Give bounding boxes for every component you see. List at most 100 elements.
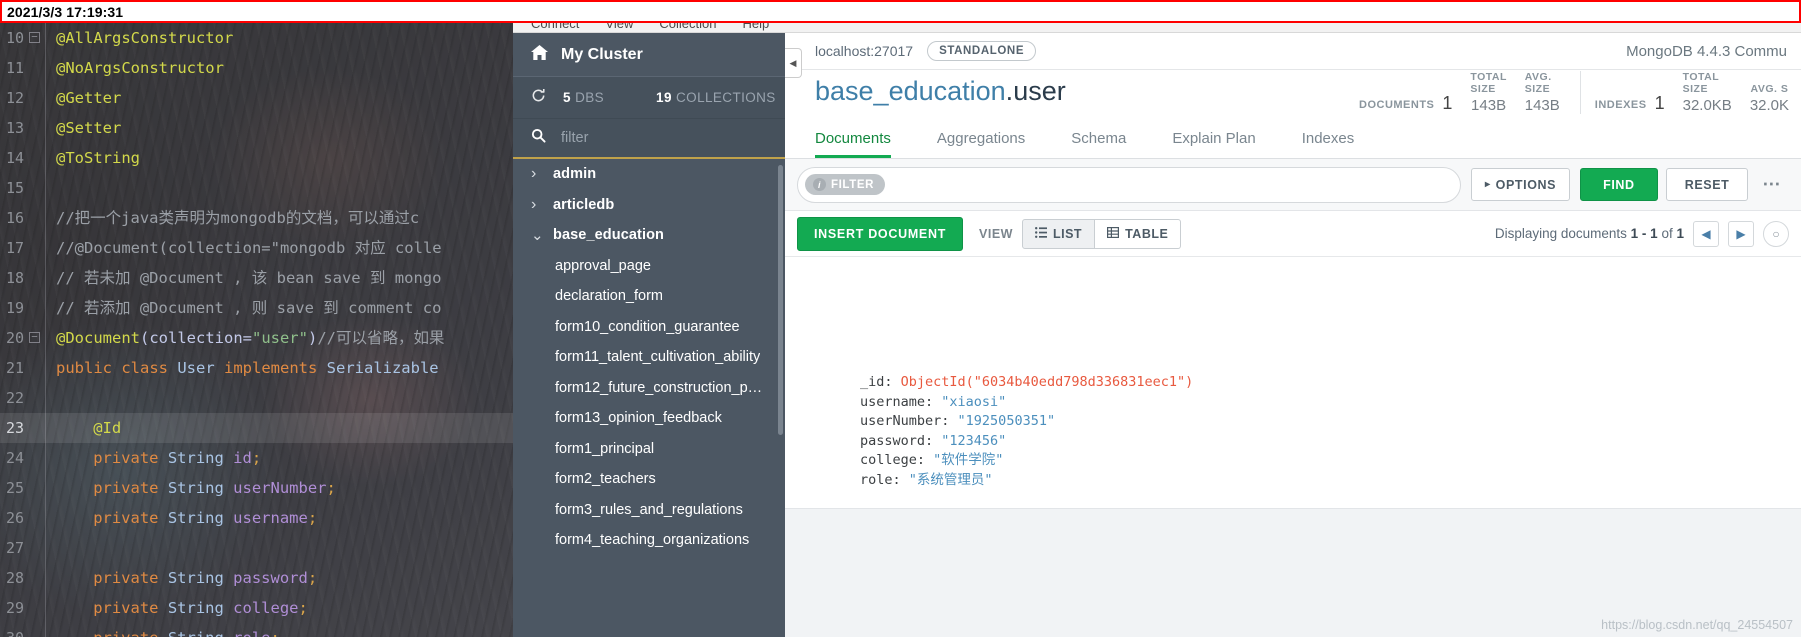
- sidebar-filter-row[interactable]: [513, 119, 785, 159]
- document-field-key: userNumber:: [860, 413, 958, 429]
- tab-schema[interactable]: Schema: [1071, 130, 1126, 158]
- code-line[interactable]: 21 public class User implements Serializa…: [0, 353, 513, 383]
- pagination: Displaying documents 1 - 1 of 1 ◀ ▶ ○: [1495, 220, 1789, 247]
- tab-aggregations[interactable]: Aggregations: [937, 130, 1025, 158]
- collection-item[interactable]: form13_opinion_feedback: [513, 403, 785, 434]
- options-button[interactable]: ▸ OPTIONS: [1471, 168, 1571, 201]
- document-field-value: ObjectId("6034b40edd798d336831eec1"): [900, 374, 1194, 390]
- code-line[interactable]: 24 private String id;: [0, 443, 513, 473]
- code-line[interactable]: 20– @Document(collection="user")//可以省略，如果: [0, 323, 513, 353]
- filter-input-wrapper[interactable]: i FILTER: [797, 166, 1462, 203]
- document-field-key: role:: [860, 471, 909, 488]
- collection-item[interactable]: form12_future_construction_p…: [513, 373, 785, 404]
- code-text: private String password;: [93, 563, 317, 593]
- chevron-right-icon[interactable]: ›: [531, 165, 553, 183]
- code-line[interactable]: 28 private String password;: [0, 563, 513, 593]
- code-line[interactable]: 26 private String username;: [0, 503, 513, 533]
- list-view-button[interactable]: LIST: [1021, 218, 1096, 249]
- code-line[interactable]: 14 @ToString: [0, 143, 513, 173]
- idx-total-size-label: TOTAL SIZE: [1682, 71, 1719, 95]
- code-line[interactable]: 13 @Setter: [0, 113, 513, 143]
- document-field[interactable]: password: "123456": [785, 432, 1801, 452]
- chevron-down-icon[interactable]: ⌄: [531, 226, 553, 244]
- indexes-value: 1: [1654, 93, 1665, 113]
- code-token: private: [93, 569, 168, 587]
- code-lines-container[interactable]: 10– @AllArgsConstructor 11 @NoArgsConstruct…: [0, 23, 513, 637]
- refresh-icon[interactable]: [531, 88, 553, 107]
- collection-item[interactable]: form4_teaching_organizations: [513, 525, 785, 556]
- filter-pill[interactable]: i FILTER: [805, 174, 885, 195]
- document-field[interactable]: role: "系统管理员": [785, 471, 1801, 491]
- code-line[interactable]: 23 @Id: [0, 413, 513, 443]
- table-view-button[interactable]: TABLE: [1095, 218, 1182, 249]
- code-text: @ToString: [56, 143, 140, 173]
- collection-item[interactable]: form10_condition_guarantee: [513, 312, 785, 343]
- code-line[interactable]: 18 // 若未加 @Document , 该 bean save 到 mongo: [0, 263, 513, 293]
- export-button[interactable]: ○: [1763, 220, 1789, 247]
- document-field-value: "系统管理员": [908, 471, 993, 488]
- reset-button[interactable]: RESET: [1665, 168, 1749, 201]
- collection-item[interactable]: approval_page: [513, 251, 785, 282]
- options-label: OPTIONS: [1495, 177, 1557, 192]
- collection-item[interactable]: form11_talent_cultivation_ability: [513, 342, 785, 373]
- cluster-header[interactable]: My Cluster: [513, 33, 785, 77]
- code-line[interactable]: 29 private String college;: [0, 593, 513, 623]
- mongodb-version-label: MongoDB 4.4.3 Commu: [1626, 42, 1787, 60]
- code-token: username: [233, 509, 308, 527]
- code-line[interactable]: 15: [0, 173, 513, 203]
- line-number: 24: [6, 449, 25, 467]
- code-line[interactable]: 17 //@Document(collection="mongodb 对应 col…: [0, 233, 513, 263]
- tab-indexes[interactable]: Indexes: [1302, 130, 1355, 158]
- database-tree[interactable]: › admin › articledb ⌄ base_education approval_…: [513, 159, 785, 637]
- find-button[interactable]: FIND: [1580, 168, 1658, 201]
- document-card[interactable]: _id: ObjectId("6034b40edd798d336831eec1"…: [785, 357, 1801, 509]
- database-item-articledb[interactable]: › articledb: [513, 190, 785, 221]
- next-page-button[interactable]: ▶: [1728, 220, 1754, 247]
- code-line[interactable]: 25 private String userNumber;: [0, 473, 513, 503]
- sidebar-filter-input[interactable]: [561, 130, 751, 146]
- code-token: public class: [56, 359, 178, 377]
- collection-item[interactable]: declaration_form: [513, 281, 785, 312]
- code-line[interactable]: 19 // 若添加 @Document , 则 save 到 comment co: [0, 293, 513, 323]
- sidebar-scrollbar[interactable]: [778, 165, 783, 435]
- collection-tabs[interactable]: Documents Aggregations Schema Explain Plan I…: [785, 122, 1801, 159]
- chevron-right-icon[interactable]: ›: [531, 196, 553, 214]
- tab-explain-plan[interactable]: Explain Plan: [1172, 130, 1255, 158]
- watermark-text: https://blog.csdn.net/qq_24554507: [1601, 618, 1793, 632]
- code-line[interactable]: 27: [0, 533, 513, 563]
- document-field-key: password:: [860, 432, 942, 449]
- document-field[interactable]: username: "xiaosi": [785, 393, 1801, 413]
- prev-page-button[interactable]: ◀: [1693, 220, 1719, 247]
- line-number: 26: [6, 509, 25, 527]
- collection-item[interactable]: form3_rules_and_regulations: [513, 495, 785, 526]
- collection-title: base_education.user: [815, 76, 1066, 107]
- collection-item[interactable]: form1_principal: [513, 434, 785, 465]
- code-line[interactable]: 12 @Getter: [0, 83, 513, 113]
- collection-label: form10_condition_guarantee: [555, 318, 740, 335]
- code-line[interactable]: 22: [0, 383, 513, 413]
- code-token: college: [233, 599, 299, 617]
- tab-documents[interactable]: Documents: [815, 130, 891, 158]
- document-field[interactable]: userNumber: "1925050351": [785, 412, 1801, 432]
- collection-item[interactable]: form2_teachers: [513, 464, 785, 495]
- code-line[interactable]: 11 @NoArgsConstructor: [0, 53, 513, 83]
- filter-pill-label: FILTER: [831, 178, 874, 191]
- document-field-key: _id:: [860, 374, 901, 390]
- code-line[interactable]: 30 private String role;: [0, 623, 513, 637]
- code-line[interactable]: 16 //把一个java类声明为mongodb的文档，可以通过c: [0, 203, 513, 233]
- line-number: 17: [6, 239, 25, 257]
- more-options-button[interactable]: ⋯: [1754, 168, 1789, 201]
- document-field[interactable]: _id: ObjectId("6034b40edd798d336831eec1"…: [785, 373, 1801, 393]
- view-toggle-group[interactable]: LIST TABLE: [1021, 218, 1182, 249]
- database-item-admin[interactable]: › admin: [513, 159, 785, 190]
- fold-toggle-icon[interactable]: –: [29, 332, 40, 343]
- code-line[interactable]: 10– @AllArgsConstructor: [0, 23, 513, 53]
- insert-document-button[interactable]: INSERT DOCUMENT: [797, 216, 964, 251]
- database-item-base_education[interactable]: ⌄ base_education: [513, 220, 785, 251]
- sidebar-collapse-button[interactable]: ◀: [785, 48, 802, 78]
- document-field[interactable]: college: "软件学院": [785, 451, 1801, 471]
- code-token: role: [233, 629, 270, 637]
- code-token: Serializable: [326, 359, 439, 377]
- dbs-label: DBS: [575, 90, 605, 105]
- fold-toggle-icon[interactable]: –: [29, 32, 40, 43]
